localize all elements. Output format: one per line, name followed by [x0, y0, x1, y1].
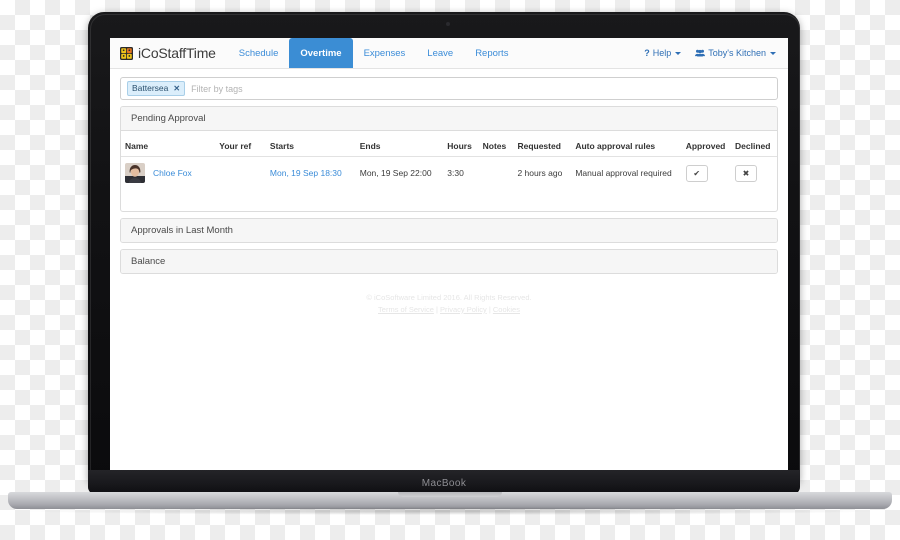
check-icon: ✔	[693, 168, 701, 178]
col-starts: Starts	[265, 135, 356, 157]
navbar-right: ? Help Toby's Kitchen	[644, 38, 788, 68]
cell-name: Chloe Fox	[121, 157, 215, 189]
panel-balance: Balance	[120, 249, 778, 274]
panel-header-balance[interactable]: Balance	[121, 250, 777, 273]
panel-pending-approval: Pending Approval Name Your ref Starts En…	[120, 106, 778, 212]
tag-chip-label: Battersea	[132, 83, 169, 94]
close-x-icon[interactable]: ✕	[173, 84, 180, 94]
primary-nav: Schedule Overtime Expenses Leave Reports	[228, 38, 520, 68]
nav-item-schedule[interactable]: Schedule	[228, 38, 290, 68]
cross-icon: ✖	[742, 168, 750, 178]
col-your-ref: Your ref	[215, 135, 266, 157]
app-navbar: iCoStaffTime Schedule Overtime Expenses …	[110, 38, 788, 69]
col-name: Name	[121, 135, 216, 157]
col-hours: Hours	[443, 135, 479, 157]
device-model-label: MacBook	[421, 478, 467, 489]
footer-links: Terms of Service | Privacy Policy | Cook…	[110, 304, 788, 316]
footer-link-terms[interactable]: Terms of Service	[378, 305, 434, 314]
footer-link-privacy[interactable]: Privacy Policy	[440, 305, 487, 314]
brand[interactable]: iCoStaffTime	[110, 38, 228, 68]
cell-requested: 2 hours ago	[517, 168, 563, 178]
nav-item-leave[interactable]: Leave	[416, 38, 464, 68]
person-link[interactable]: Chloe Fox	[153, 168, 192, 178]
chevron-down-icon	[770, 51, 776, 55]
laptop-mockup: iCoStaffTime Schedule Overtime Expenses …	[0, 0, 900, 540]
cell-your-ref	[215, 157, 266, 190]
filter-bar: Battersea ✕ Filter by tags	[110, 69, 788, 106]
help-menu[interactable]: ? Help	[644, 48, 682, 58]
nav-item-overtime[interactable]: Overtime	[289, 38, 353, 68]
question-mark-icon: ?	[644, 48, 650, 58]
footer-copyright: © iCoSoftware Limited 2016. All Rights R…	[366, 293, 532, 302]
starts-link[interactable]: Mon, 19 Sep 18:30	[270, 168, 342, 178]
cell-starts: Mon, 19 Sep 18:30	[266, 157, 356, 190]
col-auto-approval-rules: Auto approval rules	[571, 135, 682, 157]
cell-declined: ✖	[731, 157, 777, 190]
table-header-row: Name Your ref Starts Ends Hours Notes Re…	[121, 135, 777, 157]
user-avatar-photo	[125, 163, 145, 183]
cell-auto-approval-rules: Manual approval required	[575, 168, 672, 178]
tag-filter-input[interactable]: Battersea ✕ Filter by tags	[120, 77, 778, 100]
cell-approved: ✔	[682, 157, 731, 190]
decline-button[interactable]: ✖	[735, 164, 757, 182]
approve-button[interactable]: ✔	[685, 164, 708, 182]
panel-body-pending-approval: Name Your ref Starts Ends Hours Notes Re…	[121, 131, 777, 211]
col-notes: Notes	[478, 135, 514, 157]
filter-placeholder: Filter by tags	[191, 83, 243, 94]
nav-item-reports[interactable]: Reports	[464, 38, 519, 68]
laptop-chin: MacBook	[88, 470, 800, 494]
col-requested: Requested	[513, 135, 572, 157]
app-footer: © iCoSoftware Limited 2016. All Rights R…	[110, 280, 788, 315]
webcam-icon	[446, 22, 450, 26]
table-row: Chloe Fox Mon, 19 Sep 18:30 Mon, 19 Sep …	[121, 157, 777, 190]
tag-chip-battersea[interactable]: Battersea ✕	[127, 81, 186, 96]
footer-separator-1: |	[435, 304, 438, 314]
panel-stack: Pending Approval Name Your ref Starts En…	[110, 106, 788, 274]
users-group-icon	[695, 49, 706, 57]
nav-item-expenses[interactable]: Expenses	[353, 38, 417, 68]
laptop-shadow	[30, 507, 870, 515]
brand-name: iCoStaffTime	[138, 45, 216, 61]
cell-hours: 3:30	[447, 168, 464, 178]
chevron-down-icon	[675, 51, 682, 55]
help-label: Help	[652, 48, 672, 58]
panel-header-pending-approval[interactable]: Pending Approval	[121, 107, 777, 131]
footer-separator-2: |	[488, 304, 491, 314]
account-label: Toby's Kitchen	[708, 48, 766, 58]
cell-ends: Mon, 19 Sep 22:00	[359, 168, 432, 178]
panel-approvals-last-month: Approvals in Last Month	[120, 218, 778, 243]
laptop-base-notch	[398, 492, 502, 497]
account-menu[interactable]: Toby's Kitchen	[695, 48, 776, 58]
col-declined: Declined	[731, 135, 777, 157]
people-squares-logo-icon	[120, 46, 133, 60]
footer-link-cookies[interactable]: Cookies	[493, 305, 520, 314]
pending-approval-table: Name Your ref Starts Ends Hours Notes Re…	[121, 135, 777, 189]
col-ends: Ends	[355, 135, 444, 157]
panel-header-approvals-last-month[interactable]: Approvals in Last Month	[121, 219, 777, 242]
cell-notes	[479, 157, 514, 190]
col-approved: Approved	[681, 135, 731, 157]
screen-content: iCoStaffTime Schedule Overtime Expenses …	[110, 38, 788, 476]
